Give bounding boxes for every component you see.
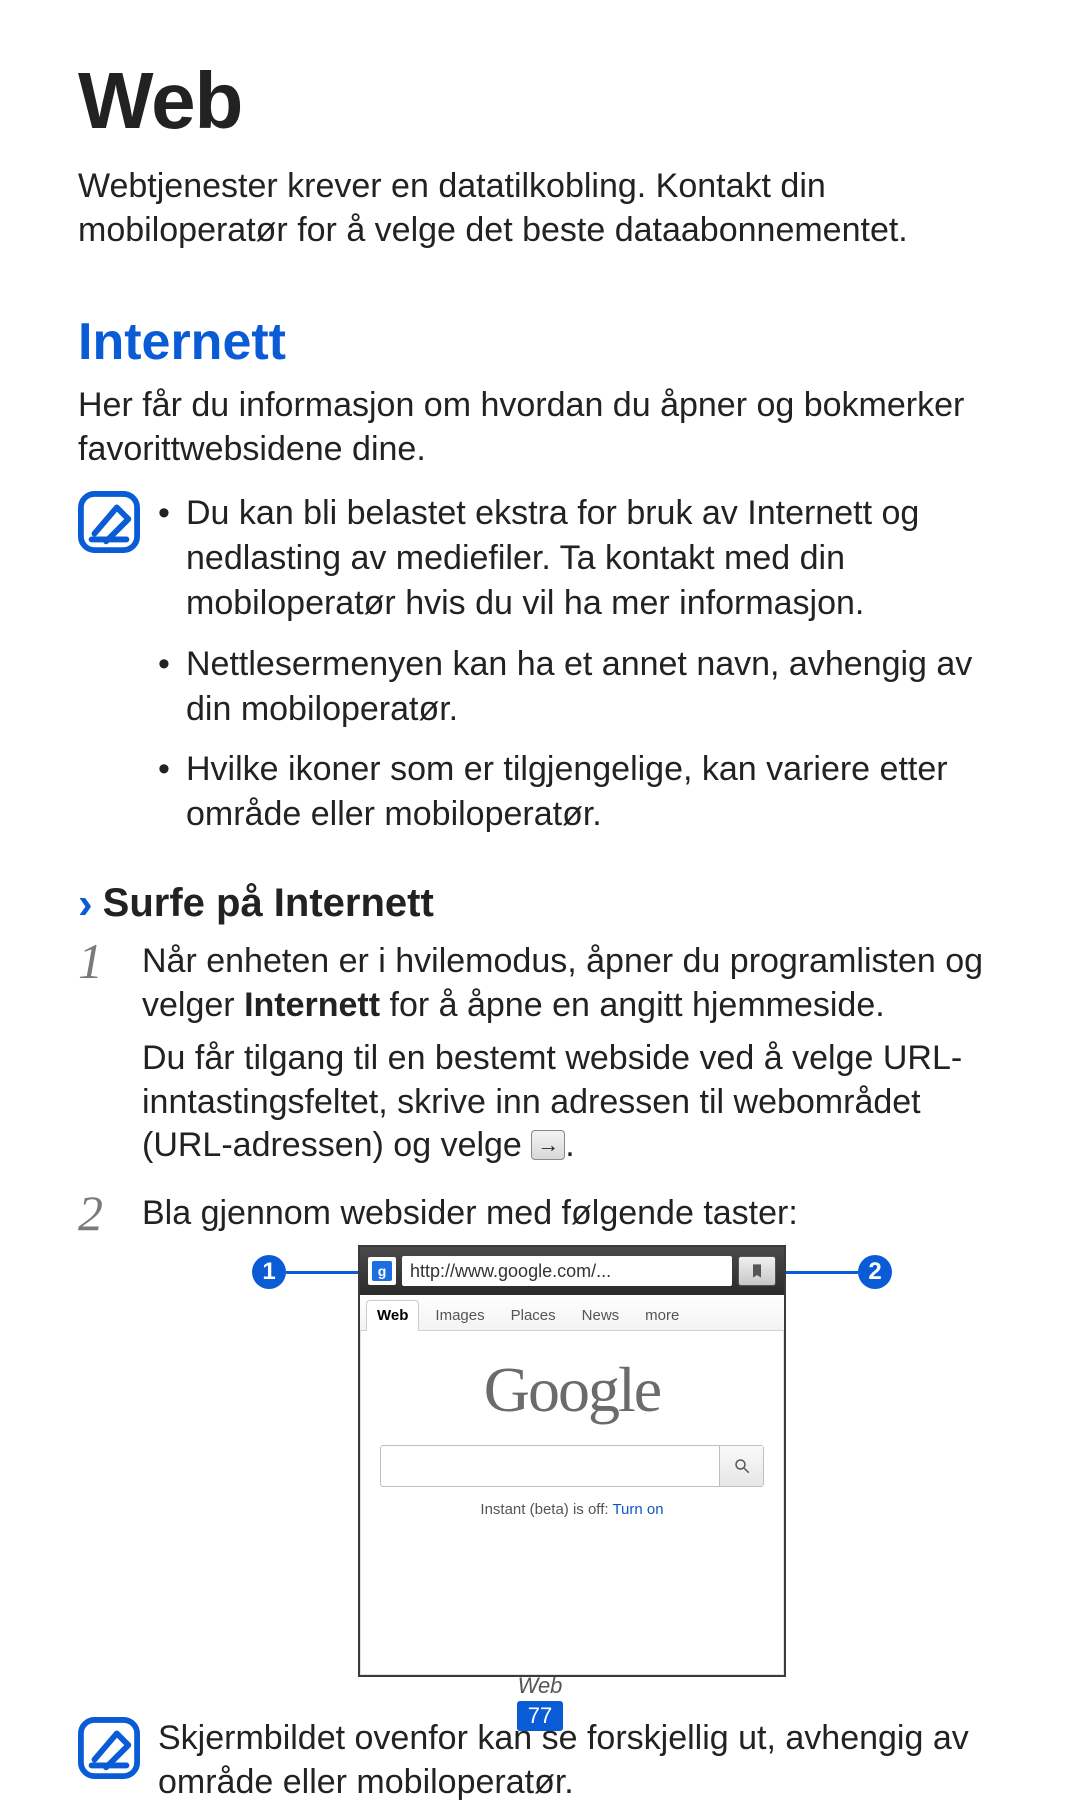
step-1-number: 1 (78, 936, 124, 1174)
tab-news[interactable]: News (572, 1301, 630, 1330)
footer-section-label: Web (0, 1673, 1080, 1699)
note1-bullet-1: Du kan bli belastet ekstra for bruk av I… (158, 491, 1002, 626)
page-footer: Web 77 (0, 1673, 1080, 1731)
google-instant-status: Instant (beta) is off: Turn on (360, 1487, 784, 1532)
section-paragraph: Her får du informasjon om hvordan du åpn… (78, 384, 1002, 471)
tab-more[interactable]: more (635, 1301, 689, 1330)
google-logo: Google (360, 1331, 784, 1445)
callout-badge-1: 1 (252, 1255, 286, 1289)
instant-turn-on-link[interactable]: Turn on (612, 1501, 663, 1518)
step-2-number: 2 (78, 1188, 124, 1700)
browser-screenshot: 1 2 g http://www.google.com/... (252, 1245, 892, 1677)
step-1: 1 Når enheten er i hvilemodus, åpner du … (78, 940, 1002, 1178)
subsection-heading: Surfe på Internett (103, 881, 434, 926)
tab-places[interactable]: Places (501, 1301, 566, 1330)
section-heading-internett: Internett (78, 312, 1002, 372)
bookmark-icon (749, 1263, 765, 1279)
chevron-right-icon: › (78, 882, 93, 926)
google-search-box (380, 1445, 764, 1487)
step-2: 2 Bla gjennom websider med følgende tast… (78, 1192, 1002, 1704)
site-favicon: g (368, 1257, 396, 1285)
bookmark-button[interactable] (738, 1256, 776, 1286)
note-block-1: Du kan bli belastet ekstra for bruk av I… (78, 491, 1002, 853)
phone-frame: g http://www.google.com/... Web Images P… (358, 1245, 786, 1677)
tab-images[interactable]: Images (425, 1301, 494, 1330)
step-2-text: Bla gjennom websider med følgende taster… (142, 1192, 1002, 1236)
google-search-button[interactable] (719, 1446, 763, 1486)
url-input[interactable]: http://www.google.com/... (402, 1256, 732, 1286)
tab-web[interactable]: Web (366, 1300, 419, 1331)
intro-paragraph: Webtjenester krever en datatilkobling. K… (78, 165, 1002, 252)
note-icon (78, 491, 140, 553)
step-1-text-2: Du får tilgang til en bestemt webside ve… (142, 1037, 1002, 1168)
browser-url-bar: g http://www.google.com/... (360, 1247, 784, 1295)
callout-2: 2 (786, 1255, 892, 1289)
note1-bullet-3: Hvilke ikoner som er tilgjengelige, kan … (158, 747, 1002, 837)
page-number: 77 (517, 1701, 563, 1731)
go-arrow-icon: → (531, 1130, 565, 1160)
google-tabs: Web Images Places News more (360, 1295, 784, 1331)
callout-badge-2: 2 (858, 1255, 892, 1289)
step-1-text: Når enheten er i hvilemodus, åpner du pr… (142, 940, 1002, 1027)
google-search-input[interactable] (381, 1446, 719, 1486)
page-title: Web (78, 55, 1002, 147)
callout-1: 1 (252, 1255, 358, 1289)
note1-bullet-2: Nettlesermenyen kan ha et annet navn, av… (158, 642, 1002, 732)
search-icon (733, 1457, 751, 1475)
